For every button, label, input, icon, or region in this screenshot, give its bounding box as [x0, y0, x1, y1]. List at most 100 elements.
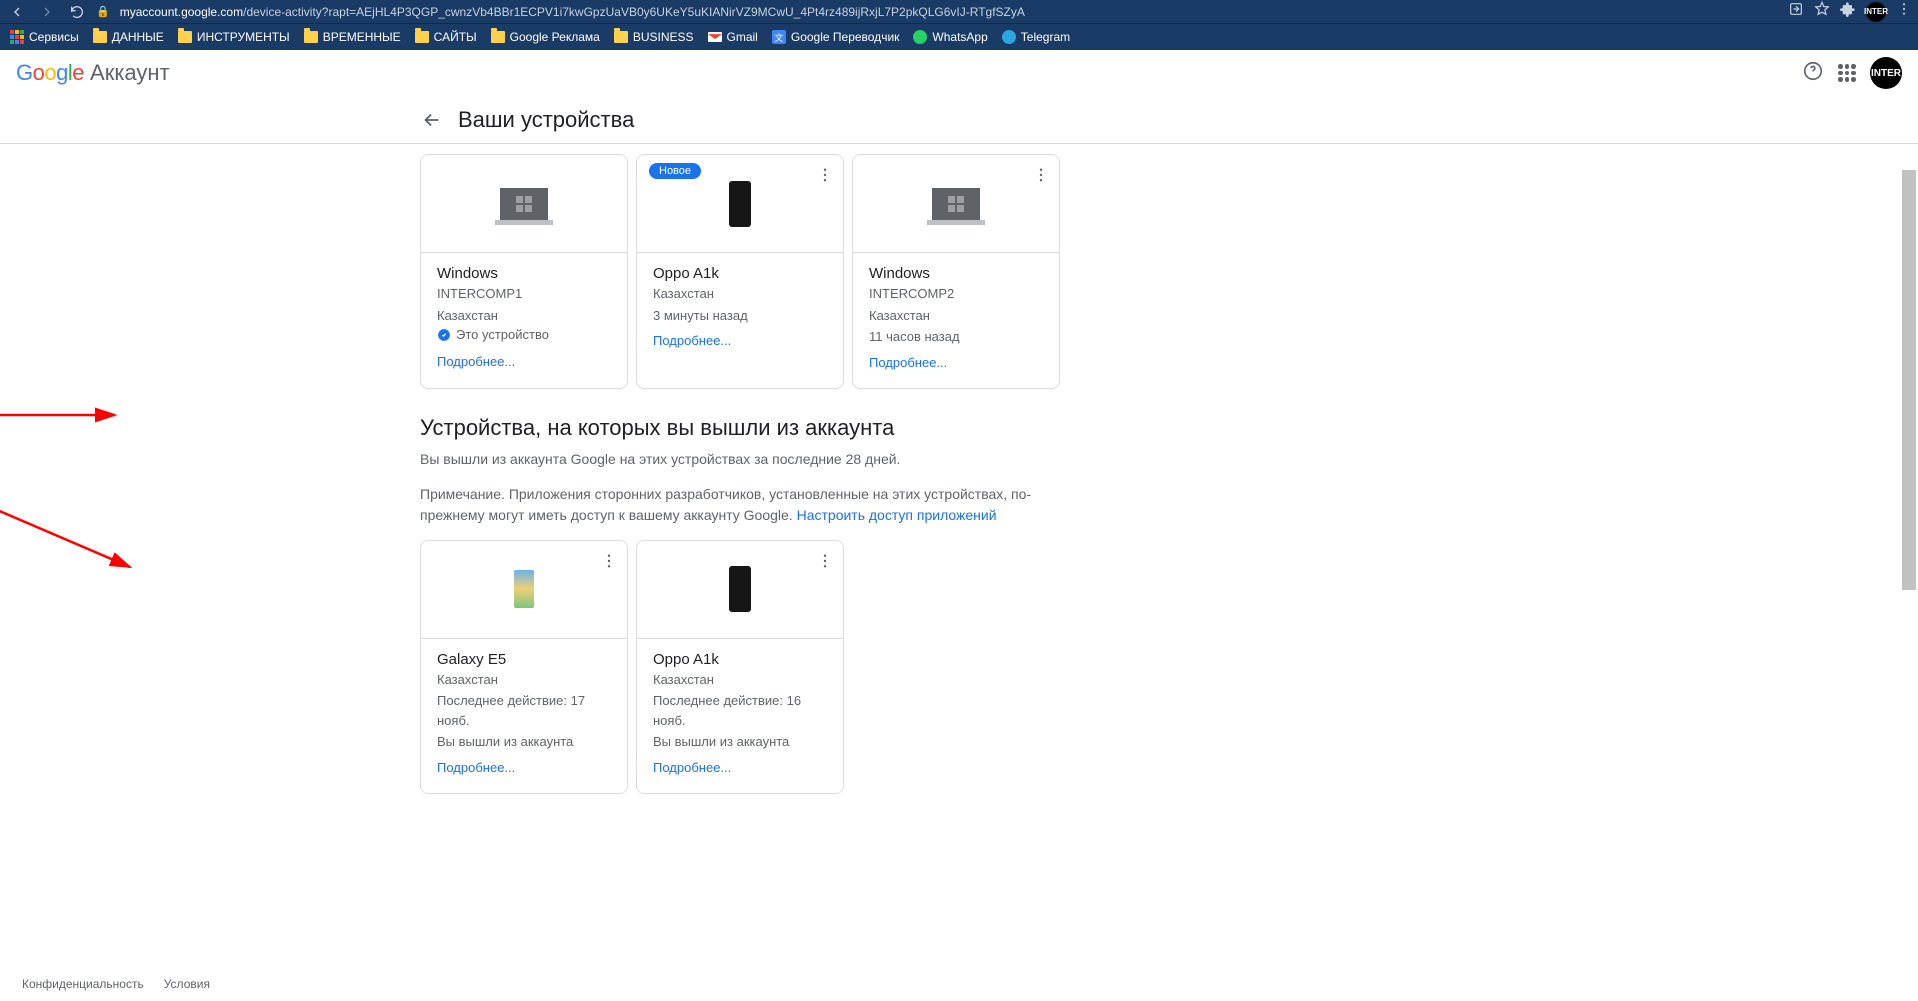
this-device-badge: Это устройство: [437, 327, 611, 342]
device-last-action: Последнее действие: 17 нояб.: [437, 691, 611, 730]
more-menu-icon[interactable]: [813, 549, 837, 573]
chrome-menu-icon[interactable]: [1896, 1, 1912, 22]
device-thumb: [421, 541, 627, 639]
section-note: Примечание. Приложения сторонних разрабо…: [420, 484, 1060, 526]
phone-icon: [729, 181, 751, 227]
bookmark-label: BUSINESS: [633, 30, 694, 44]
device-location: Казахстан: [437, 306, 611, 326]
laptop-icon: [932, 188, 980, 220]
device-thumb: [853, 155, 1059, 253]
app-header: Google Аккаунт INTER: [0, 50, 1918, 96]
device-card: Windows INTERCOMP1 Казахстан Это устройс…: [420, 154, 628, 389]
bookmarks-bar: Сервисы ДАННЫЕ ИНСТРУМЕНТЫ ВРЕМЕННЫЕ САЙ…: [0, 23, 1918, 50]
new-badge: Новое: [649, 163, 701, 179]
device-location: Казахстан: [437, 670, 611, 690]
device-last-action: Последнее действие: 16 нояб.: [653, 691, 827, 730]
help-icon[interactable]: [1802, 60, 1824, 87]
bookmark-folder[interactable]: BUSINESS: [614, 30, 694, 44]
bookmark-label: ВРЕМЕННЫЕ: [323, 30, 401, 44]
account-avatar[interactable]: INTER: [1870, 57, 1902, 89]
annotation-arrow: [0, 399, 130, 429]
phone-icon: [729, 566, 751, 612]
scrollbar-track[interactable]: [1902, 50, 1916, 785]
device-thumb: [637, 541, 843, 639]
account-text: Аккаунт: [90, 60, 170, 86]
device-card: Galaxy E5 Казахстан Последнее действие: …: [420, 540, 628, 794]
bookmark-folder[interactable]: САЙТЫ: [415, 30, 477, 44]
page-footer: Конфиденциальность Условия: [0, 967, 1918, 1001]
device-location: Казахстан: [653, 670, 827, 690]
device-status: Вы вышли из аккаунта: [653, 732, 827, 752]
details-link[interactable]: Подробнее...: [437, 354, 515, 369]
scrollbar-thumb[interactable]: [1902, 170, 1916, 590]
device-name: Oppo A1k: [653, 265, 827, 282]
share-icon[interactable]: [1788, 1, 1804, 22]
terms-link[interactable]: Условия: [164, 977, 210, 991]
forward-nav-icon[interactable]: [36, 1, 58, 23]
details-link[interactable]: Подробнее...: [869, 355, 947, 370]
profile-avatar[interactable]: INTER: [1866, 2, 1886, 22]
bookmark-label: ДАННЫЕ: [112, 30, 164, 44]
device-name: Windows: [437, 265, 611, 282]
browser-toolbar: 🔒 myaccount.google.com/device-activity?r…: [0, 0, 1918, 23]
device-subtitle: INTERCOMP2: [869, 284, 1043, 304]
device-card: Новое Oppo A1k Казахстан 3 минуты назад …: [636, 154, 844, 389]
bookmark-telegram[interactable]: Telegram: [1002, 30, 1070, 44]
extensions-icon[interactable]: [1840, 1, 1856, 22]
bookmark-folder[interactable]: ВРЕМЕННЫЕ: [304, 30, 401, 44]
device-card: Oppo A1k Казахстан Последнее действие: 1…: [636, 540, 844, 794]
bookmark-label: Google Переводчик: [791, 30, 900, 44]
bookmark-folder[interactable]: ИНСТРУМЕНТЫ: [178, 30, 290, 44]
bookmark-translate[interactable]: 文Google Переводчик: [772, 30, 900, 44]
back-nav-icon[interactable]: [6, 1, 28, 23]
bookmark-whatsapp[interactable]: WhatsApp: [913, 30, 987, 44]
bookmark-label: WhatsApp: [932, 30, 987, 44]
bookmark-folder[interactable]: ДАННЫЕ: [93, 30, 164, 44]
reload-icon[interactable]: [66, 1, 88, 23]
star-icon[interactable]: [1814, 1, 1830, 22]
active-devices-row: Windows INTERCOMP1 Казахстан Это устройс…: [420, 154, 1918, 389]
url-path: /device-activity?rapt=AEjHL4P3QGP_cwnzVb…: [243, 5, 1025, 19]
section-title: Устройства, на которых вы вышли из аккау…: [420, 415, 1918, 441]
bookmark-label: ИНСТРУМЕНТЫ: [197, 30, 290, 44]
laptop-icon: [500, 188, 548, 220]
device-card: Windows INTERCOMP2 Казахстан 11 часов на…: [852, 154, 1060, 389]
phone-icon: [514, 570, 534, 608]
device-thumb: Новое: [637, 155, 843, 253]
device-status: Вы вышли из аккаунта: [437, 732, 611, 752]
content-area: Windows INTERCOMP1 Казахстан Это устройс…: [0, 144, 1918, 860]
bookmark-apps[interactable]: Сервисы: [10, 30, 79, 44]
device-time: 3 минуты назад: [653, 306, 827, 326]
details-link[interactable]: Подробнее...: [653, 760, 731, 775]
apps-grid-icon[interactable]: [1838, 64, 1856, 82]
bookmark-gmail[interactable]: Gmail: [708, 30, 758, 44]
page-sub-header: Ваши устройства: [0, 96, 1918, 144]
bookmark-folder[interactable]: Google Реклама: [491, 30, 600, 44]
signedout-devices-row: Galaxy E5 Казахстан Последнее действие: …: [420, 540, 1918, 794]
google-logo: Google: [16, 60, 84, 86]
bookmark-label: Сервисы: [29, 30, 79, 44]
bookmark-label: Gmail: [727, 30, 758, 44]
device-name: Windows: [869, 265, 1043, 282]
url-host: myaccount.google.com: [120, 5, 243, 19]
device-subtitle: INTERCOMP1: [437, 284, 611, 304]
more-menu-icon[interactable]: [597, 549, 621, 573]
more-menu-icon[interactable]: [1029, 163, 1053, 187]
back-arrow-icon[interactable]: [420, 108, 444, 132]
url-bar[interactable]: myaccount.google.com/device-activity?rap…: [120, 5, 1780, 19]
checkmark-icon: [437, 328, 451, 342]
device-thumb: [421, 155, 627, 253]
privacy-link[interactable]: Конфиденциальность: [22, 977, 144, 991]
bookmark-label: САЙТЫ: [434, 30, 477, 44]
bookmark-label: Telegram: [1021, 30, 1070, 44]
configure-apps-link[interactable]: Настроить доступ приложений: [797, 507, 997, 523]
this-device-text: Это устройство: [456, 327, 549, 342]
more-menu-icon[interactable]: [813, 163, 837, 187]
device-location: Казахстан: [653, 284, 827, 304]
google-account-logo[interactable]: Google Аккаунт: [16, 60, 170, 86]
details-link[interactable]: Подробнее...: [437, 760, 515, 775]
device-name: Oppo A1k: [653, 651, 827, 668]
page-title: Ваши устройства: [458, 107, 634, 133]
device-location: Казахстан: [869, 306, 1043, 326]
details-link[interactable]: Подробнее...: [653, 333, 731, 348]
